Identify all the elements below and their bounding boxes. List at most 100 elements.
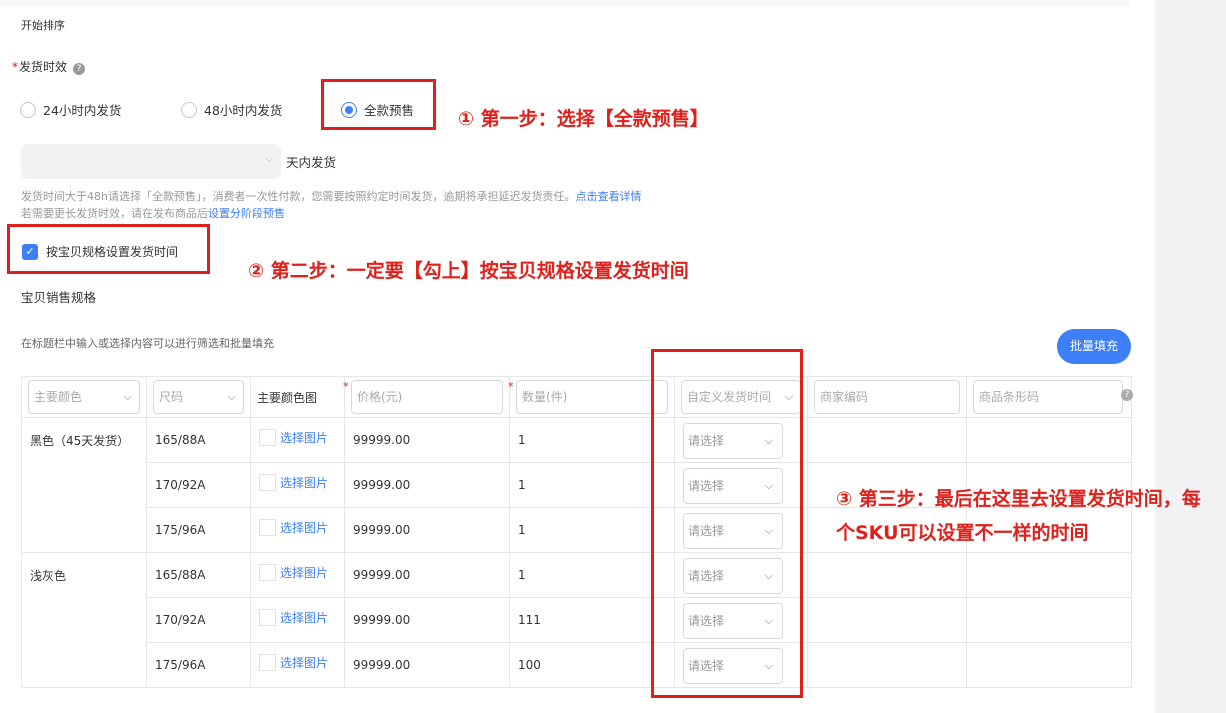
radio-48h[interactable]: 48小时内发货 — [181, 100, 282, 119]
merchant-code-cell[interactable] — [807, 417, 967, 463]
barcode-cell[interactable] — [966, 552, 1132, 598]
price-batch-input[interactable]: 价格(元) — [351, 380, 503, 414]
image-placeholder-icon[interactable] — [259, 609, 276, 626]
select-image-link[interactable]: 选择图片 — [280, 429, 328, 446]
radio-circle-icon[interactable] — [20, 101, 36, 118]
select-image-link[interactable]: 选择图片 — [280, 609, 328, 626]
header-price: * 价格(元) — [343, 376, 510, 418]
price-cell[interactable]: 99999.00 — [344, 507, 510, 553]
color-image-cell: 选择图片 — [250, 462, 345, 508]
barcode-placeholder: 商品条形码 — [979, 390, 1040, 404]
merchant-code-cell[interactable] — [807, 552, 967, 598]
size-value: 170/92A — [155, 478, 206, 492]
select-image-link[interactable]: 选择图片 — [280, 564, 328, 581]
chevron-down-icon: ⌵ — [227, 390, 236, 403]
image-placeholder-icon[interactable] — [259, 474, 276, 491]
price-cell[interactable]: 99999.00 — [344, 462, 510, 508]
image-placeholder-icon[interactable] — [259, 519, 276, 536]
barcode-cell[interactable] — [966, 417, 1132, 463]
merchant-code-batch-input[interactable]: 商家编码 — [814, 380, 960, 414]
table-row: 170/92A 选择图片 99999.00 111 请选择 ⌵ — [22, 597, 1132, 643]
radio-24h[interactable]: 24小时内发货 — [20, 100, 121, 119]
size-value: 165/88A — [155, 568, 206, 582]
table-row: 175/96A 选择图片 99999.00 100 请选择 ⌵ — [22, 642, 1132, 688]
annotation-box-step2 — [7, 224, 210, 274]
annotation-step1: ① 第一步：选择【全款预售】 — [458, 108, 709, 130]
table-row: 浅灰色 165/88A 选择图片 99999.00 1 请选择 ⌵ — [21, 552, 1132, 688]
size-value: 175/96A — [155, 658, 206, 672]
image-placeholder-icon[interactable] — [259, 654, 276, 671]
size-filter-select[interactable]: 尺码 ⌵ — [153, 380, 244, 414]
color-image-header-label: 主要颜色图 — [257, 390, 318, 405]
size-value: 165/88A — [155, 433, 206, 447]
shipping-time-label-text: 发货时效 — [19, 60, 68, 74]
color-image-cell: 选择图片 — [250, 417, 345, 463]
header-color: 主要颜色 ⌵ — [21, 376, 147, 418]
filter-hint: 在标题栏中输入或选择内容可以进行筛选和批量填充 — [21, 337, 274, 350]
question-circle-icon[interactable]: ? — [73, 63, 86, 75]
staged-presale-hint-text: 若需要更长发货时效，请在发布商品后 — [21, 207, 208, 220]
question-circle-icon[interactable]: ? — [1121, 389, 1133, 401]
size-filter-placeholder: 尺码 — [159, 390, 184, 404]
color-filter-placeholder: 主要颜色 — [34, 390, 83, 404]
price-cell[interactable]: 99999.00 — [344, 642, 510, 688]
price-cell[interactable]: 99999.00 — [344, 417, 510, 463]
price-cell[interactable]: 99999.00 — [344, 597, 510, 643]
size-value: 175/96A — [155, 523, 206, 537]
merchant-code-cell[interactable] — [807, 597, 967, 643]
header-merchant-code: 商家编码 — [807, 376, 967, 418]
radio-circle-icon[interactable] — [181, 101, 197, 118]
annotation-step3: ③ 第三步：最后在这里去设置发货时间，每个SKU可以设置不一样的时间 — [836, 488, 1201, 544]
merchant-code-cell[interactable] — [807, 642, 967, 688]
annotation-box-step3 — [651, 349, 803, 698]
size-cell: 165/88A — [146, 552, 251, 598]
select-image-link[interactable]: 选择图片 — [280, 519, 328, 536]
select-image-link[interactable]: 选择图片 — [280, 654, 328, 671]
radio-24h-label: 24小时内发货 — [43, 103, 122, 118]
quantity-input-placeholder: 数量(件) — [522, 390, 568, 404]
quantity-cell[interactable]: 1 — [509, 417, 675, 463]
quantity-value: 111 — [518, 613, 541, 627]
price-value: 99999.00 — [353, 433, 411, 447]
table-header-row: 主要颜色 ⌵ 尺码 ⌵ 主要颜色图 * 价格(元) * 数量(件) 自定义发货时间 ⌵… — [21, 376, 1132, 418]
quantity-cell[interactable]: 100 — [509, 642, 675, 688]
barcode-batch-input[interactable]: 商品条形码 — [973, 380, 1123, 414]
price-cell[interactable]: 99999.00 — [344, 552, 510, 598]
size-value: 170/92A — [155, 613, 206, 627]
required-mark: * — [12, 60, 18, 74]
table-row: 黑色（45天发货） 165/88A 选择图片 99999.00 1 请选择 ⌵ — [21, 417, 1132, 553]
quantity-cell[interactable]: 1 — [509, 507, 675, 553]
chevron-down-icon: ⌵ — [265, 154, 273, 165]
color-cell: 黑色（45天发货） — [21, 417, 147, 553]
view-details-link[interactable]: 点击查看详情 — [575, 190, 641, 203]
batch-fill-button[interactable]: 批量填充 — [1057, 329, 1131, 364]
sales-spec-label: 宝贝销售规格 — [21, 290, 97, 305]
annotation-step2: ② 第二步：一定要【勾上】按宝贝规格设置发货时间 — [248, 260, 689, 282]
select-image-link[interactable]: 选择图片 — [280, 474, 328, 491]
price-value: 99999.00 — [353, 658, 411, 672]
color-image-cell: 选择图片 — [250, 507, 345, 553]
quantity-cell[interactable]: 1 — [509, 552, 675, 598]
quantity-cell[interactable]: 111 — [509, 597, 675, 643]
quantity-value: 1 — [518, 523, 526, 537]
merchant-code-placeholder: 商家编码 — [820, 390, 869, 404]
color-cell: 浅灰色 — [21, 552, 147, 688]
quantity-cell[interactable]: 1 — [509, 462, 675, 508]
presale-hint-text: 发货时间大于48h请选择「全款预售」，消费者一次性付款，您需要按照约定时间发货，… — [21, 190, 576, 203]
header-color-image: 主要颜色图 — [250, 376, 345, 418]
days-select[interactable]: ⌵ — [21, 144, 281, 179]
color-filter-select[interactable]: 主要颜色 ⌵ — [28, 380, 140, 414]
barcode-cell[interactable] — [966, 597, 1132, 643]
barcode-cell[interactable] — [966, 642, 1132, 688]
image-placeholder-icon[interactable] — [259, 564, 276, 581]
quantity-value: 1 — [518, 568, 526, 582]
image-placeholder-icon[interactable] — [259, 429, 276, 446]
required-mark: * — [508, 380, 514, 393]
color-value: 黑色（45天发货） — [30, 434, 130, 448]
staged-presale-link[interactable]: 设置分阶段预售 — [208, 207, 285, 220]
header-barcode: 商品条形码 — [966, 376, 1132, 418]
price-value: 99999.00 — [353, 613, 411, 627]
staged-presale-hint: 若需要更长发货时效，请在发布商品后设置分阶段预售 — [21, 205, 285, 221]
shipping-time-label: *发货时效? — [12, 58, 86, 75]
quantity-batch-input[interactable]: 数量(件) — [516, 380, 668, 414]
